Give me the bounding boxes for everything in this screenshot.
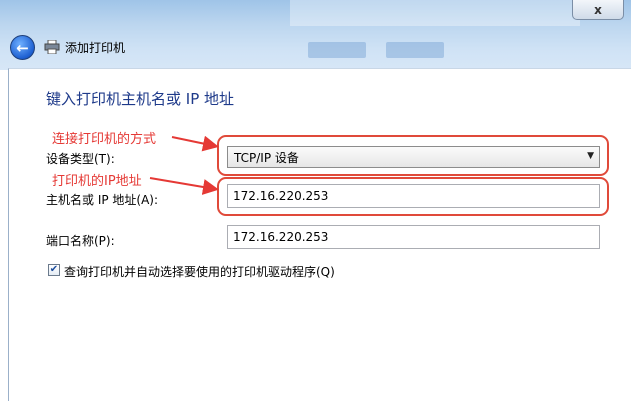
background-window-strip: [290, 0, 580, 26]
query-driver-checkbox[interactable]: ✔: [48, 264, 60, 276]
checkmark-icon: ✔: [49, 264, 59, 275]
page-heading: 键入打印机主机名或 IP 地址: [46, 90, 235, 108]
hostname-label: 主机名或 IP 地址(A):: [46, 193, 159, 207]
background-window-button: [386, 42, 444, 58]
close-button[interactable]: x: [572, 0, 624, 20]
printer-icon: [44, 40, 60, 54]
port-label: 端口名称(P):: [46, 234, 115, 248]
back-arrow-icon: ←: [16, 38, 29, 57]
background-window-button: [308, 42, 366, 58]
close-icon: x: [594, 2, 602, 17]
back-button[interactable]: ←: [10, 35, 35, 60]
title-bar: x ← 添加打印机: [0, 0, 631, 70]
query-driver-label: 查询打印机并自动选择要使用的打印机驱动程序(Q): [64, 265, 335, 279]
port-name-value: 172.16.220.253: [233, 230, 329, 244]
chevron-down-icon: ▼: [587, 151, 594, 161]
hostname-input[interactable]: 172.16.220.253: [227, 184, 600, 208]
device-type-label: 设备类型(T):: [46, 152, 115, 166]
window-title: 添加打印机: [65, 41, 126, 55]
annotation-ip-address: 打印机的IP地址: [52, 174, 142, 189]
hostname-value: 172.16.220.253: [233, 189, 329, 203]
annotation-connection-method: 连接打印机的方式: [52, 132, 157, 147]
device-type-select[interactable]: TCP/IP 设备 ▼: [227, 146, 600, 168]
device-type-value: TCP/IP 设备: [234, 150, 299, 165]
port-name-input[interactable]: 172.16.220.253: [227, 225, 600, 249]
